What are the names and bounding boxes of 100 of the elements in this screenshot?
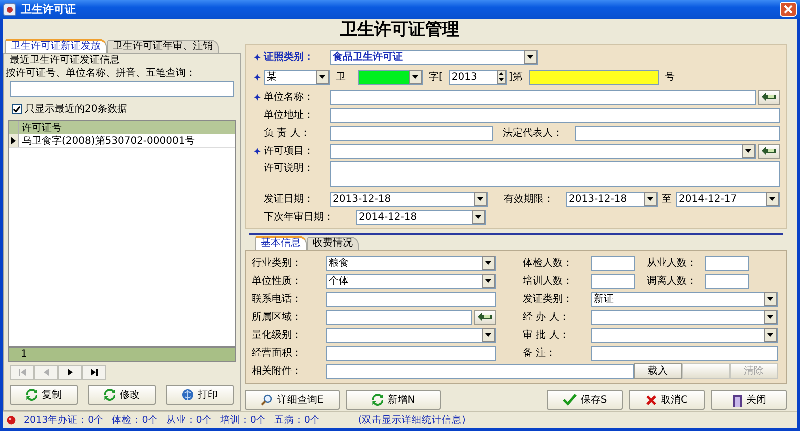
caret-icon	[472, 210, 485, 224]
search-field[interactable]	[10, 81, 234, 97]
lookup-button[interactable]	[474, 310, 496, 324]
label-text: 至	[662, 193, 672, 206]
field-label: 单位性质：	[252, 274, 303, 288]
refresh-icon	[372, 394, 384, 406]
input-field[interactable]	[575, 126, 780, 140]
skip-end-icon	[90, 369, 98, 376]
button[interactable]: 取消C	[629, 390, 705, 410]
input-field[interactable]	[705, 256, 749, 270]
field-label: 联系电话：	[252, 292, 303, 306]
input-field[interactable]	[326, 346, 496, 360]
field-label: 经营面积：	[252, 346, 303, 360]
field-label: 下次年审日期：	[264, 210, 335, 224]
caret-icon	[764, 328, 777, 342]
caret-icon	[764, 310, 777, 324]
label-text: 卫	[336, 71, 346, 84]
column-header: 许可证号	[21, 122, 62, 134]
field-label: 体检人数：	[523, 256, 574, 270]
dropdown[interactable]: 2013-12-18	[566, 192, 658, 206]
field-label: 发证类别：	[523, 292, 574, 306]
status-text: 2013年办证：0个	[24, 414, 104, 426]
door-icon	[732, 394, 742, 406]
status-text: 从业：0个	[166, 414, 212, 426]
arrow-icon	[762, 93, 776, 101]
field-label: 从业人数：	[647, 256, 698, 270]
button[interactable]: 新增N	[346, 390, 441, 410]
field-label: 经 办 人：	[523, 310, 570, 324]
input-field[interactable]	[591, 274, 635, 288]
status-hint: (双击显示详细统计信息)	[358, 414, 466, 426]
button[interactable]: 详细查询E	[245, 390, 340, 410]
close-button[interactable]	[780, 2, 797, 17]
button[interactable]: 打印	[166, 385, 234, 405]
caret-icon	[482, 256, 495, 270]
status-text: 五病：0个	[274, 414, 320, 426]
field-label: 证照类别：	[264, 50, 315, 64]
dropdown[interactable]: 2014-12-17	[676, 192, 780, 206]
input-field[interactable]	[591, 346, 778, 360]
tab[interactable]: 卫生许可证新证发放	[5, 39, 107, 53]
field-label: 法定代表人：	[503, 126, 563, 140]
caret-icon	[482, 274, 495, 288]
dropdown[interactable]: 2014-12-18	[356, 210, 486, 224]
field-label: 行业类别：	[252, 256, 303, 270]
input-field[interactable]	[330, 161, 780, 187]
dropdown[interactable]	[591, 310, 778, 324]
input-field[interactable]	[326, 364, 634, 378]
button[interactable]: 保存S	[547, 390, 623, 410]
button[interactable]: 修改	[88, 385, 156, 405]
input-field[interactable]	[326, 292, 496, 306]
field-label: 负 责 人：	[264, 126, 312, 140]
input-field[interactable]	[705, 274, 749, 288]
dropdown[interactable]: 食品卫生许可证	[330, 50, 538, 64]
caret-icon	[742, 144, 755, 158]
field-label: 量化级别：	[252, 329, 303, 342]
nav-button[interactable]	[58, 365, 82, 380]
field-label: 培训人数：	[523, 274, 574, 288]
tab[interactable]: 卫生许可证年审、注销	[107, 40, 219, 53]
dropdown[interactable]: 新证	[591, 292, 778, 306]
arrow-icon	[762, 147, 776, 155]
lookup-button[interactable]	[758, 90, 780, 104]
close-icon	[784, 5, 793, 14]
dropdown[interactable]: 个体	[326, 274, 496, 288]
input-field[interactable]	[330, 126, 493, 140]
dropdown[interactable]: 某	[264, 70, 330, 84]
play-icon	[66, 369, 74, 376]
caret-icon	[409, 70, 422, 84]
checkbox-label: 只显示最近的20条数据	[25, 102, 128, 116]
input-field[interactable]	[330, 108, 780, 122]
label-text: ]第	[508, 71, 523, 84]
caret-icon	[524, 50, 537, 64]
field-label: 有效期限：	[504, 192, 554, 206]
record-count: 1	[8, 347, 236, 362]
button[interactable]: 载入	[634, 363, 682, 379]
spin-field[interactable]: 2013	[448, 70, 507, 84]
dropdown[interactable]	[326, 328, 496, 342]
dropdown[interactable]	[358, 70, 423, 84]
table-cell-text: 乌卫食字(2008)第530702-000001号	[21, 134, 196, 148]
checkbox[interactable]	[12, 104, 22, 114]
field-label: 相关附件：	[252, 364, 303, 378]
field-label: 单位名称：	[264, 90, 315, 104]
nav-button[interactable]	[82, 365, 106, 380]
dropdown[interactable]: 粮食	[326, 256, 496, 270]
section-heading: 最近卫生许可证发证信息	[9, 55, 121, 67]
lookup-button[interactable]	[758, 144, 780, 158]
button[interactable]: 复制	[10, 385, 78, 405]
button[interactable]: 关闭	[711, 390, 787, 410]
tab[interactable]: 基本信息	[255, 236, 307, 250]
caret-icon	[474, 192, 487, 206]
arrow-icon	[478, 313, 492, 321]
window-title: 卫生许可证	[21, 2, 77, 17]
caret-icon	[766, 192, 779, 206]
input-field[interactable]	[330, 90, 756, 104]
input-field[interactable]	[591, 256, 635, 270]
dropdown[interactable]: 2013-12-18	[330, 192, 488, 206]
input-field[interactable]	[528, 70, 659, 84]
globe-icon	[182, 389, 194, 401]
caret-icon	[482, 328, 495, 342]
tab[interactable]: 收费情况	[307, 237, 359, 250]
input-field[interactable]	[326, 310, 472, 324]
dropdown[interactable]	[591, 328, 778, 342]
